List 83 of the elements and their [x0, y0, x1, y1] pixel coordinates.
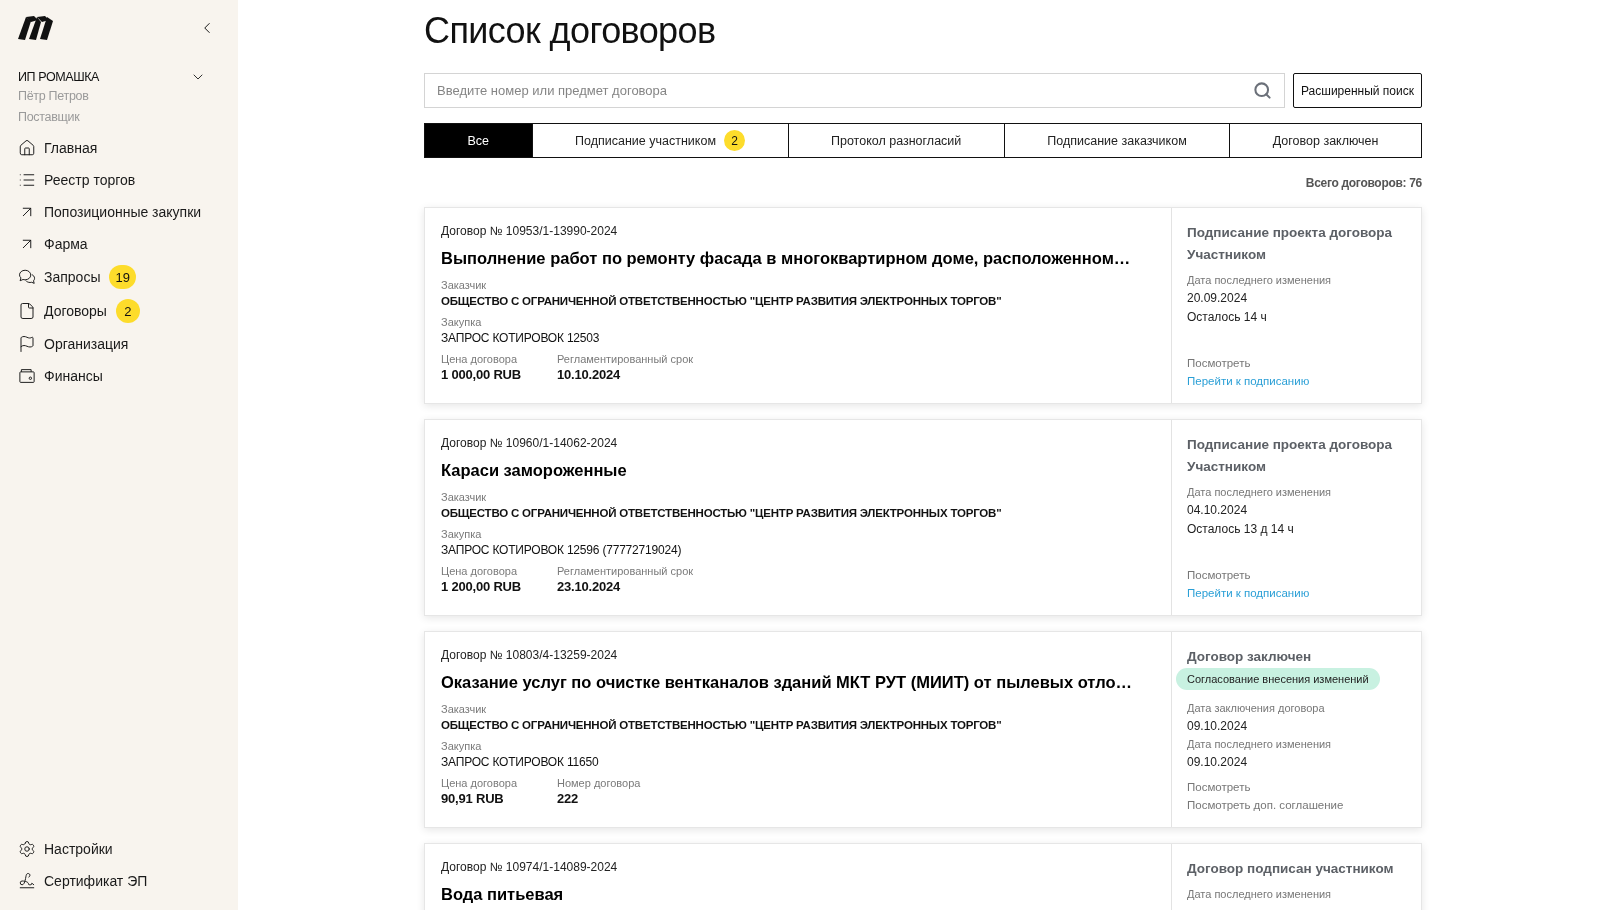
- search-field[interactable]: Введите номер или предмет договора: [424, 73, 1285, 108]
- status-title: Подписание проекта договора Участником: [1187, 224, 1394, 264]
- status-title: Договор подписан участником: [1187, 860, 1394, 878]
- field-label: Заказчик: [441, 702, 487, 716]
- user-role: Поставщик: [18, 109, 80, 126]
- contract-number: Договор № 10803/4-13259-2024: [441, 647, 618, 664]
- nav-item[interactable]: Настройки: [18, 833, 113, 865]
- nav-item[interactable]: Реестр торгов: [18, 164, 136, 196]
- status-title: Подписание проекта договора Участником: [1187, 436, 1394, 476]
- count-badge: 2: [724, 130, 745, 151]
- field-label: Регламентированный срок: [557, 352, 694, 366]
- field-label: Регламентированный срок: [557, 564, 694, 578]
- advanced-search-button[interactable]: Расширенный поиск: [1293, 73, 1422, 108]
- status-tag: Согласование внесения изменений: [1176, 668, 1380, 690]
- field-label: Заказчик: [441, 278, 487, 292]
- customer-name: ОБЩЕСТВО С ОГРАНИЧЕННОЙ ОТВЕТСТВЕННОСТЬЮ "ЦЕНТР РАЗВИТИЯ ЭЛЕКТРОННЫХ ТОРГОВ": [441, 718, 1002, 733]
- contract-title[interactable]: Караси замороженные: [441, 457, 627, 483]
- date-value: Осталось 14 ч: [1187, 309, 1267, 326]
- nav-item[interactable]: Договоры 2: [18, 294, 140, 328]
- action-link[interactable]: Посмотреть: [1187, 566, 1251, 584]
- field-label: Закупка: [441, 739, 482, 753]
- customer-name: ОБЩЕСТВО С ОГРАНИЧЕННОЙ ОТВЕТСТВЕННОСТЬЮ "ЦЕНТР РАЗВИТИЯ ЭЛЕКТРОННЫХ ТОРГОВ": [441, 506, 1002, 521]
- date-label: Дата заключения договора: [1187, 701, 1325, 716]
- home-icon: [18, 139, 36, 157]
- field-value: 1 200,00 RUB: [441, 578, 521, 596]
- contract-title[interactable]: Вода питьевая: [441, 881, 564, 907]
- logo-icon[interactable]: [18, 16, 54, 40]
- count-badge: 2: [115, 299, 140, 323]
- list-icon: [18, 171, 36, 189]
- contract-title[interactable]: Выполнение работ по ремонту фасада в многоквартирном доме, расположенном…: [441, 245, 1131, 271]
- organization-name: ИП РОМАШКА: [18, 69, 100, 86]
- date-value: 04.10.2024: [1187, 502, 1248, 519]
- settings-icon: [18, 840, 36, 858]
- date-label: Дата последнего изменения: [1187, 273, 1332, 288]
- search-icon[interactable]: [1253, 81, 1272, 100]
- document-icon: [18, 302, 36, 320]
- nav-item[interactable]: Фарма: [18, 228, 88, 260]
- contract-number: Договор № 10953/1-13990-2024: [441, 223, 618, 240]
- nav-item[interactable]: Попозиционные закупки: [18, 196, 202, 228]
- field-label: Закупка: [441, 315, 482, 329]
- wallet-icon: [18, 367, 36, 385]
- field-label: Закупка: [441, 527, 482, 541]
- field-value: 23.10.2024: [557, 578, 621, 596]
- contract-title[interactable]: Оказание услуг по очистке вентканалов зданий МКТ РУТ (МИИТ) от пылевых отло…: [441, 669, 1133, 695]
- date-value: 20.09.2024: [1187, 290, 1248, 307]
- contract-number: Договор № 10960/1-14062-2024: [441, 435, 618, 452]
- date-label: Дата последнего изменения: [1187, 737, 1332, 752]
- field-label: Цена договора: [441, 776, 517, 790]
- date-label: Дата последнего изменения: [1187, 887, 1332, 902]
- nav-item[interactable]: Запросы 19: [18, 260, 136, 294]
- action-link[interactable]: Посмотреть: [1187, 354, 1251, 372]
- nav-item[interactable]: Финансы: [18, 360, 103, 392]
- nav-item[interactable]: Главная: [18, 132, 98, 164]
- filter-tab[interactable]: Все: [425, 124, 532, 157]
- contract-number: Договор № 10974/1-14089-2024: [441, 859, 618, 876]
- action-link[interactable]: Посмотреть: [1187, 778, 1251, 796]
- user-name: Пётр Петров: [18, 88, 89, 105]
- field-value: 10.10.2024: [557, 366, 621, 384]
- date-value: Осталось 13 д 14 ч: [1187, 521, 1294, 538]
- signature-icon: [18, 872, 36, 890]
- field-label: Цена договора: [441, 564, 517, 578]
- chat-bubbles-icon: [18, 268, 36, 286]
- total-count: Всего договоров: 76: [1305, 175, 1422, 191]
- customer-name: ОБЩЕСТВО С ОГРАНИЧЕННОЙ ОТВЕТСТВЕННОСТЬЮ "ЦЕНТР РАЗВИТИЯ ЭЛЕКТРОННЫХ ТОРГОВ": [441, 294, 1002, 309]
- purchase-name: ЗАПРОС КОТИРОВОК 11650: [441, 754, 599, 771]
- date-value: 09.10.2024: [1187, 718, 1248, 735]
- action-link[interactable]: Посмотреть доп. соглашение: [1187, 796, 1344, 814]
- date-label: Дата последнего изменения: [1187, 485, 1332, 500]
- purchase-name: ЗАПРОС КОТИРОВОК 12503: [441, 330, 600, 347]
- field-label: Номер договора: [557, 776, 641, 790]
- flag-icon: [18, 335, 36, 353]
- date-value: 09.10.2024: [1187, 754, 1248, 771]
- nav-item[interactable]: Организация: [18, 328, 129, 360]
- status-title: Договор заключен: [1187, 648, 1312, 666]
- field-label: Цена договора: [441, 352, 517, 366]
- purchase-name: ЗАПРОС КОТИРОВОК 12596 (77772719024): [441, 542, 682, 559]
- page-title: Список договоров: [424, 9, 716, 53]
- count-badge: 19: [109, 265, 136, 289]
- field-value: 222: [557, 790, 579, 808]
- field-value: 1 000,00 RUB: [441, 366, 521, 384]
- field-label: Заказчик: [441, 490, 487, 504]
- nav-item[interactable]: Сертификат ЭП: [18, 865, 148, 897]
- field-value: 90,91 RUB: [441, 790, 504, 808]
